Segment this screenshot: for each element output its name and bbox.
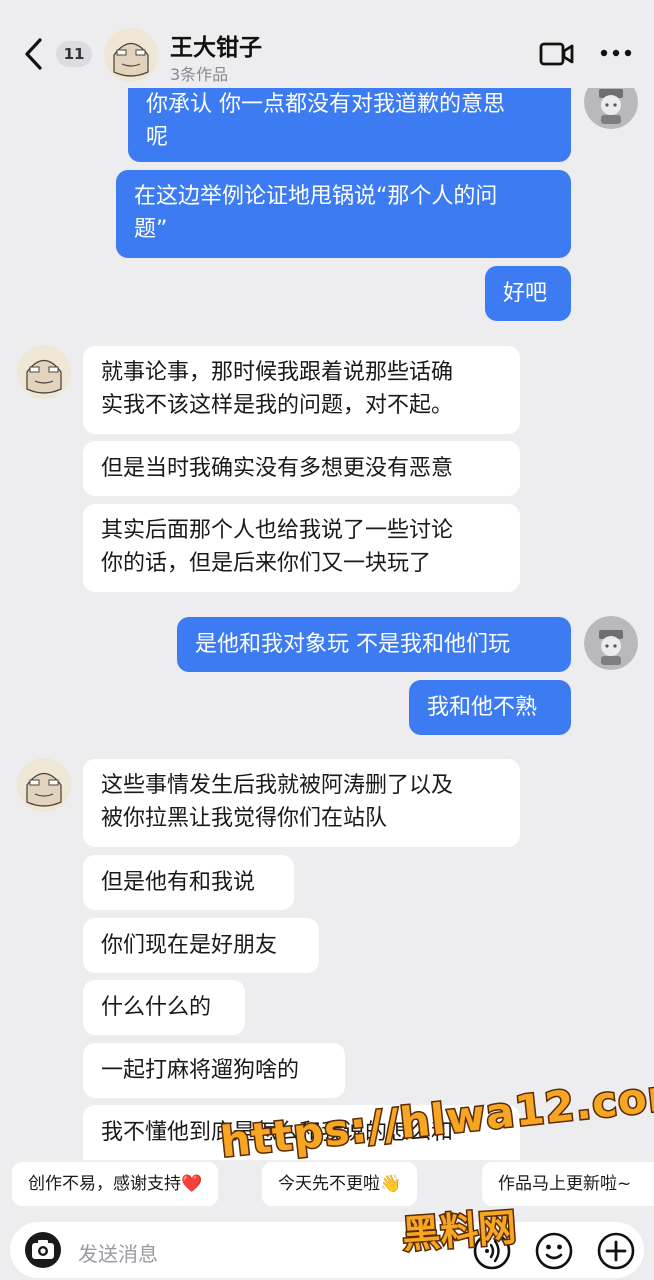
heart-icon: ❤️ <box>181 1174 203 1194</box>
wave-icon: 👋 <box>380 1174 402 1194</box>
camera-icon[interactable] <box>24 1231 62 1269</box>
quick-reply-label: 作品马上更新啦~ <box>498 1174 632 1194</box>
message-bubble-outgoing[interactable]: 你承认 你一点都没有对我道歉的意思 呢 <box>128 82 571 162</box>
add-icon[interactable] <box>596 1231 636 1271</box>
watermark-site-name: 黑料网 <box>399 1204 519 1259</box>
message-bubble-outgoing[interactable]: 是他和我对象玩 不是我和他们玩 <box>177 617 571 672</box>
contact-name[interactable]: 王大钳子 <box>170 28 262 62</box>
message-bubble-incoming[interactable]: 但是他有和我说 <box>83 855 294 910</box>
quick-reply-chip[interactable]: 创作不易，感谢支持❤️ <box>12 1162 219 1206</box>
quick-reply-label: 创作不易，感谢支持 <box>28 1174 181 1194</box>
emoji-icon[interactable] <box>534 1231 574 1271</box>
quick-reply-label: 今天先不更啦 <box>278 1174 380 1194</box>
message-input[interactable]: 发送消息 <box>78 1238 158 1267</box>
contact-avatar[interactable] <box>104 28 158 82</box>
message-bubble-outgoing[interactable]: 在这边举例论证地甩锅说“那个人的问 题” <box>116 170 571 258</box>
more-options-icon[interactable] <box>600 46 632 60</box>
message-bubble-outgoing[interactable]: 好吧 <box>485 266 571 321</box>
message-bubble-incoming[interactable]: 就事论事，那时候我跟着说那些话确 实我不该这样是我的问题，对不起。 <box>83 346 520 434</box>
message-bubble-incoming[interactable]: 你们现在是好朋友 <box>83 918 319 973</box>
unread-count-badge[interactable]: 11 <box>56 41 92 67</box>
my-avatar[interactable] <box>584 616 638 670</box>
message-list[interactable]: 你承认 你一点都没有对我道歉的意思 呢 在这边举例论证地甩锅说“那个人的问 题”… <box>0 0 654 1160</box>
message-bubble-incoming[interactable]: 一起打麻将遛狗啥的 <box>83 1043 345 1098</box>
video-call-icon[interactable] <box>539 40 575 68</box>
contact-avatar[interactable] <box>17 758 71 812</box>
message-bubble-incoming[interactable]: 什么什么的 <box>83 980 245 1035</box>
message-input-bar: 发送消息 <box>10 1222 644 1278</box>
works-count[interactable]: 3条作品 <box>170 61 228 85</box>
contact-avatar[interactable] <box>17 345 71 399</box>
chat-header: 11 王大钳子 3条作品 <box>0 0 654 88</box>
message-bubble-incoming[interactable]: 但是当时我确实没有多想更没有恶意 <box>83 441 520 496</box>
message-bubble-incoming[interactable]: 这些事情发生后我就被阿涛删了以及 被你拉黑让我觉得你们在站队 <box>83 759 520 847</box>
message-bubble-outgoing[interactable]: 我和他不熟 <box>409 680 571 735</box>
quick-reply-chip[interactable]: 今天先不更啦👋 <box>262 1162 418 1206</box>
quick-reply-bar: 创作不易，感谢支持❤️ 今天先不更啦👋 作品马上更新啦~ <box>0 1162 654 1208</box>
back-arrow-icon[interactable] <box>20 36 48 72</box>
message-bubble-incoming[interactable]: 其实后面那个人也给我说了一些讨论 你的话，但是后来你们又一块玩了 <box>83 504 520 592</box>
